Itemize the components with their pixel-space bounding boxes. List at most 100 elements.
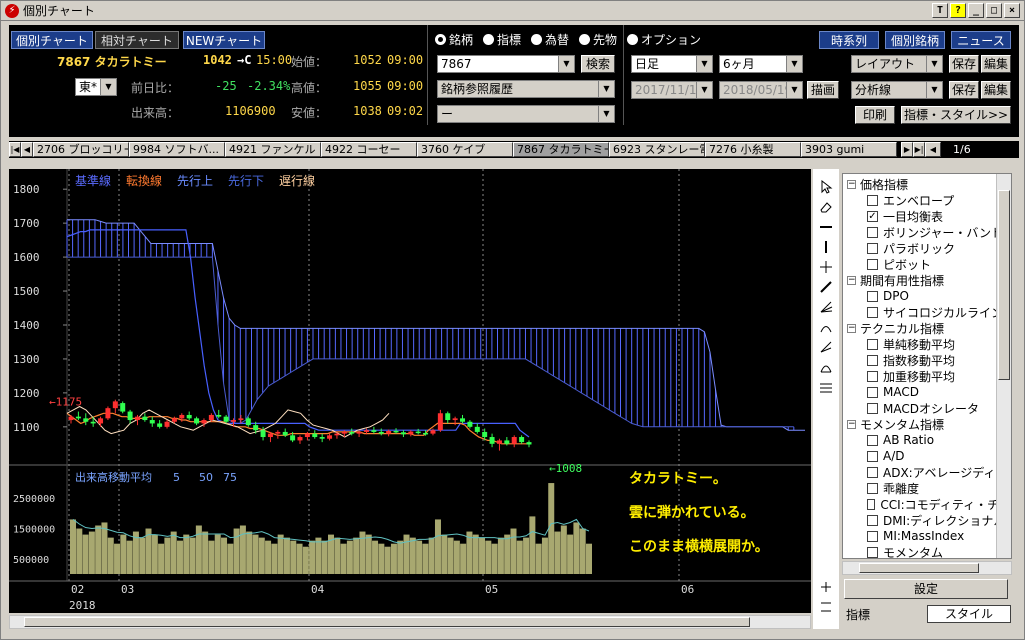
zoom-icon[interactable] xyxy=(813,577,839,597)
gann-icon[interactable] xyxy=(813,357,839,377)
checkbox[interactable] xyxy=(867,482,878,494)
checkbox[interactable] xyxy=(867,258,878,270)
tab-first-icon[interactable]: |◀ xyxy=(9,142,21,157)
tab-prev-icon[interactable]: ◀ xyxy=(21,142,33,157)
draw-button[interactable]: 描画 xyxy=(807,81,839,99)
layout-save-button[interactable]: 保存 xyxy=(949,55,979,73)
checkbox[interactable] xyxy=(867,498,876,510)
settings-button[interactable]: 設定 xyxy=(844,579,1008,599)
collapse-icon[interactable]: − xyxy=(847,419,856,429)
checkbox[interactable]: ✓ xyxy=(867,210,878,222)
v-line-icon[interactable] xyxy=(813,237,839,257)
print-button[interactable]: 印刷 xyxy=(855,106,895,124)
topmost-button[interactable]: T xyxy=(932,3,948,18)
tab-4922[interactable]: 4922 コーセー xyxy=(321,142,417,157)
tree-item[interactable]: CCI:コモディティ・チャ xyxy=(843,496,1011,512)
tab-style[interactable]: スタイル xyxy=(927,605,1011,623)
tab-last-icon[interactable]: ▶| xyxy=(913,142,925,157)
eraser-icon[interactable] xyxy=(813,197,839,217)
tree-group[interactable]: − 期間有用性指標 xyxy=(843,272,1011,288)
chart-scroll-thumb[interactable] xyxy=(24,617,750,627)
search-button[interactable]: 検索 xyxy=(581,55,615,73)
radio-fx[interactable]: 為替 xyxy=(531,31,569,48)
help-button[interactable]: ? xyxy=(950,3,966,18)
tree-item[interactable]: MACD xyxy=(843,384,1011,400)
tree-group[interactable]: − モメンタム指標 xyxy=(843,416,1011,432)
individual-chart-button[interactable]: 個別チャート xyxy=(11,31,93,49)
tree-item[interactable]: 指数移動平均 xyxy=(843,352,1011,368)
tree-item[interactable]: パラボリック xyxy=(843,240,1011,256)
tab-2706[interactable]: 2706 ブロッコリー xyxy=(33,142,129,157)
tab-9984[interactable]: 9984 ソフトバ... xyxy=(129,142,225,157)
tree-item[interactable]: 加重移動平均 xyxy=(843,368,1011,384)
checkbox[interactable] xyxy=(867,434,878,446)
checkbox[interactable] xyxy=(867,402,878,414)
indicator-style-button[interactable]: 指標・スタイル>> xyxy=(901,106,1011,124)
tree-item[interactable]: ✓ 一目均衡表 xyxy=(843,208,1011,224)
layout-select[interactable]: レイアウト ▼ xyxy=(851,55,943,73)
expand-icon[interactable] xyxy=(813,597,839,617)
tab-indicator[interactable]: 指標 xyxy=(842,605,926,625)
fibonacci-icon[interactable] xyxy=(813,317,839,337)
timeseries-button[interactable]: 時系列 xyxy=(819,31,879,49)
new-chart-button[interactable]: NEWチャート xyxy=(183,31,265,49)
title-bar[interactable]: ⚡ 個別チャート T ? _ □ × xyxy=(1,1,1024,21)
checkbox[interactable] xyxy=(867,194,878,206)
layout-edit-button[interactable]: 編集 xyxy=(981,55,1011,73)
code-input[interactable]: 7867 ▼ xyxy=(437,55,575,73)
h-line-icon[interactable] xyxy=(813,217,839,237)
collapse-icon[interactable]: − xyxy=(847,179,856,189)
tree-item[interactable]: 単純移動平均 xyxy=(843,336,1011,352)
analysis-save-button[interactable]: 保存 xyxy=(949,81,979,99)
tree-item[interactable]: エンベロープ xyxy=(843,192,1011,208)
minimize-button[interactable]: _ xyxy=(968,3,984,18)
tree-item[interactable]: A/D xyxy=(843,448,1011,464)
tab-next-icon[interactable]: ▶ xyxy=(901,142,913,157)
tree-item[interactable]: MACDオシレータ xyxy=(843,400,1011,416)
relative-chart-button[interactable]: 相対チャート xyxy=(95,31,179,49)
tab-7867[interactable]: 7867 タカラトミー xyxy=(513,142,609,157)
tree-item[interactable]: モメンタム xyxy=(843,544,1011,558)
radio-index[interactable]: 指標 xyxy=(483,31,521,48)
tree-group[interactable]: − テクニカル指標 xyxy=(843,320,1011,336)
checkbox[interactable] xyxy=(867,386,878,398)
checkbox[interactable] xyxy=(867,354,878,366)
checkbox[interactable] xyxy=(867,450,878,462)
checkbox[interactable] xyxy=(867,514,878,526)
interval-select[interactable]: 日足 ▼ xyxy=(631,55,713,73)
collapse-icon[interactable]: − xyxy=(847,275,856,285)
panel-h-scrollbar[interactable] xyxy=(842,561,1012,575)
exchange-select[interactable]: 東* ▼ xyxy=(75,78,117,96)
range-select[interactable]: 6ヶ月 ▼ xyxy=(719,55,803,73)
tree-group[interactable]: − 価格指標 xyxy=(843,176,1011,192)
h-scroll-thumb[interactable] xyxy=(859,563,979,573)
radio-option[interactable]: オプション xyxy=(627,31,701,48)
channel-icon[interactable] xyxy=(813,377,839,397)
maximize-button[interactable]: □ xyxy=(986,3,1002,18)
tab-back-icon[interactable]: ◀ xyxy=(925,142,941,157)
tree-item[interactable]: MI:MassIndex xyxy=(843,528,1011,544)
scroll-thumb[interactable] xyxy=(998,190,1010,380)
checkbox[interactable] xyxy=(867,530,878,542)
chart-area[interactable]: 1800 1700 1600 1500 1400 1300 1200 1100 02 03 04 05… xyxy=(9,169,811,613)
close-button[interactable]: × xyxy=(1004,3,1020,18)
pitchfork-icon[interactable] xyxy=(813,337,839,357)
checkbox[interactable] xyxy=(867,370,878,382)
pointer-icon[interactable] xyxy=(813,177,839,197)
analysis-edit-button[interactable]: 編集 xyxy=(981,81,1011,99)
collapse-icon[interactable]: − xyxy=(847,323,856,333)
cross-line-icon[interactable] xyxy=(813,257,839,277)
radio-stock[interactable]: 銘柄 xyxy=(435,31,473,48)
ichimoku-chart[interactable]: 1800 1700 1600 1500 1400 1300 1200 1100 02 03 04 05… xyxy=(9,169,811,613)
tree-item[interactable]: ピボット xyxy=(843,256,1011,272)
radio-futures[interactable]: 先物 xyxy=(579,31,617,48)
tab-4921[interactable]: 4921 ファンケル xyxy=(225,142,321,157)
tab-3903[interactable]: 3903 gumi xyxy=(801,142,897,157)
tab-7276[interactable]: 7276 小糸製 xyxy=(705,142,801,157)
sub-select[interactable]: ー ▼ xyxy=(437,105,615,123)
tree-item[interactable]: 乖離度 xyxy=(843,480,1011,496)
checkbox[interactable] xyxy=(867,290,878,302)
tab-6923[interactable]: 6923 スタンレー電 xyxy=(609,142,705,157)
tree-item[interactable]: DMI:ディレクショナル xyxy=(843,512,1011,528)
tree-item[interactable]: DPO xyxy=(843,288,1011,304)
